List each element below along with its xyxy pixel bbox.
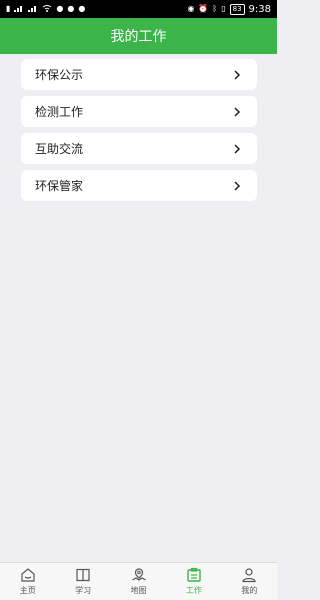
status-time: 9:38 xyxy=(248,3,271,15)
tab-label: 主页 xyxy=(19,586,36,595)
tab-mine[interactable]: 我的 xyxy=(222,563,277,600)
wifi-icon xyxy=(42,4,52,14)
bottom-tab-bar: 主页 学习 地图 工作 我的 xyxy=(0,562,277,600)
menu-item-label: 环保公示 xyxy=(35,68,84,82)
menu-item-label: 互助交流 xyxy=(35,142,84,156)
snapchat-icon: ● xyxy=(56,4,64,13)
message-icon: ● xyxy=(67,4,75,13)
tab-work[interactable]: 工作 xyxy=(166,563,221,600)
vibrate-icon: ▯ xyxy=(221,4,226,13)
eye-icon: ◉ xyxy=(187,4,195,13)
app-header: 我的工作 xyxy=(0,18,277,54)
work-menu: 环保公示 检测工作 互助交流 环保管家 xyxy=(21,59,257,207)
map-icon xyxy=(131,568,146,581)
sim-1-icon: ▮ xyxy=(6,4,11,13)
tab-label: 工作 xyxy=(185,586,202,595)
home-icon xyxy=(21,568,35,582)
tab-label: 地图 xyxy=(130,586,147,595)
tab-label: 我的 xyxy=(241,586,258,595)
status-bar: ▮ ● ● ● ◉ ⏰ ᛒ ▯ 83 9:38 xyxy=(0,0,277,18)
chevron-right-icon xyxy=(231,143,243,155)
chevron-right-icon xyxy=(231,106,243,118)
signal-icon xyxy=(14,4,24,14)
status-right: ◉ ⏰ ᛒ ▯ 83 9:38 xyxy=(187,3,271,15)
signal-icon xyxy=(28,4,38,14)
chevron-right-icon xyxy=(231,69,243,81)
work-icon xyxy=(187,567,201,582)
alarm-icon: ⏰ xyxy=(198,4,209,13)
menu-item-testing-work[interactable]: 检测工作 xyxy=(21,96,257,127)
tab-map[interactable]: 地图 xyxy=(111,563,166,600)
book-icon xyxy=(76,568,90,582)
tab-label: 学习 xyxy=(75,586,92,595)
menu-item-environmental-steward[interactable]: 环保管家 xyxy=(21,170,257,201)
tab-home[interactable]: 主页 xyxy=(0,563,55,600)
menu-item-environmental-disclosure[interactable]: 环保公示 xyxy=(21,59,257,90)
tab-study[interactable]: 学习 xyxy=(55,563,110,600)
menu-item-label: 检测工作 xyxy=(35,105,84,119)
chevron-right-icon xyxy=(231,180,243,192)
user-icon xyxy=(242,568,256,583)
bluetooth-icon: ᛒ xyxy=(212,4,218,13)
page-title: 我的工作 xyxy=(110,29,167,45)
menu-item-label: 环保管家 xyxy=(35,179,84,193)
menu-item-mutual-exchange[interactable]: 互助交流 xyxy=(21,133,257,164)
notification-icon: ● xyxy=(78,4,86,13)
battery-indicator: 83 xyxy=(229,3,245,15)
status-left: ▮ ● ● ● xyxy=(6,4,85,14)
